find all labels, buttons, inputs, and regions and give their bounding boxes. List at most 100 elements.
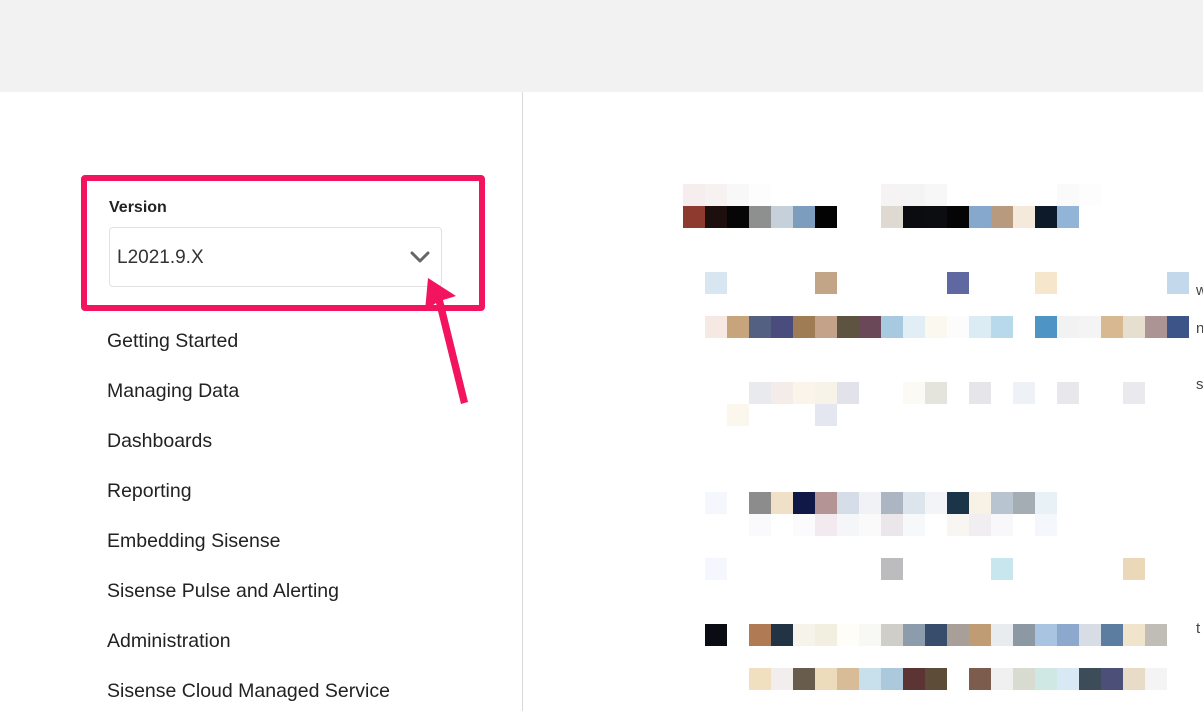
pixelated-block	[881, 558, 903, 580]
edge-glyph: w	[1196, 282, 1203, 299]
pixelated-block	[793, 624, 815, 646]
pixelated-block	[881, 206, 903, 228]
nav-item-administration[interactable]: Administration	[107, 628, 390, 678]
pixelated-block	[903, 624, 925, 646]
pixelated-block	[793, 492, 815, 514]
pixelated-block	[771, 492, 793, 514]
pixelated-block	[1013, 624, 1035, 646]
pixelated-block	[1057, 316, 1079, 338]
pixelated-block	[749, 624, 771, 646]
nav-item-embedding-sisense[interactable]: Embedding Sisense	[107, 528, 390, 578]
pixelated-block	[727, 184, 749, 206]
pixelated-block	[903, 514, 925, 536]
pixelated-block	[991, 206, 1013, 228]
pixelated-block	[1057, 184, 1079, 206]
pixelated-block	[771, 316, 793, 338]
pixelated-block	[881, 624, 903, 646]
pixelated-block	[925, 492, 947, 514]
pixelated-block	[1101, 668, 1123, 690]
pixelated-block	[947, 272, 969, 294]
nav-item-sisense-pulse[interactable]: Sisense Pulse and Alerting	[107, 578, 390, 628]
pixelated-block	[947, 624, 969, 646]
pixelated-block	[1057, 624, 1079, 646]
pixelated-block	[727, 404, 749, 426]
version-select[interactable]: L2021.9.X	[109, 227, 442, 287]
pixelated-block	[903, 668, 925, 690]
pixelated-block	[705, 316, 727, 338]
pixelated-block	[881, 668, 903, 690]
pixelated-block	[815, 316, 837, 338]
pixelated-block	[925, 668, 947, 690]
pixelated-block	[1101, 624, 1123, 646]
pixelated-block	[1123, 558, 1145, 580]
pixelated-block	[925, 184, 947, 206]
pixelated-block	[991, 624, 1013, 646]
pixelated-block	[815, 624, 837, 646]
pixelated-block	[881, 492, 903, 514]
nav-item-getting-started[interactable]: Getting Started	[107, 328, 390, 378]
pixelated-block	[727, 316, 749, 338]
pixelated-block	[683, 184, 705, 206]
pixelated-block	[859, 624, 881, 646]
pixelated-block	[793, 316, 815, 338]
docs-nav: Getting Started Managing Data Dashboards…	[107, 328, 390, 728]
pixelated-block	[749, 316, 771, 338]
pixelated-block	[727, 206, 749, 228]
pixelated-block	[815, 668, 837, 690]
pixelated-block	[837, 624, 859, 646]
nav-item-reporting[interactable]: Reporting	[107, 478, 390, 528]
pixelated-block	[1101, 316, 1123, 338]
pixelated-block	[837, 514, 859, 536]
pixelated-block	[705, 624, 727, 646]
pixelated-block	[1123, 316, 1145, 338]
pixelated-block	[1079, 624, 1101, 646]
pixelated-block	[969, 316, 991, 338]
nav-item-dashboards[interactable]: Dashboards	[107, 428, 390, 478]
pixelated-block	[1079, 316, 1101, 338]
pixelated-block	[903, 184, 925, 206]
pixelated-block	[881, 184, 903, 206]
pixelated-block	[793, 668, 815, 690]
nav-item-managing-data[interactable]: Managing Data	[107, 378, 390, 428]
pixelated-block	[925, 206, 947, 228]
pixelated-block	[771, 206, 793, 228]
pixelated-block	[749, 514, 771, 536]
nav-item-cloud-managed-service[interactable]: Sisense Cloud Managed Service	[107, 678, 390, 728]
version-label: Version	[109, 199, 167, 216]
pixelated-block	[793, 382, 815, 404]
pixelated-block	[1079, 184, 1101, 206]
pixelated-block	[815, 514, 837, 536]
pixelated-block	[749, 492, 771, 514]
pixelated-block	[837, 316, 859, 338]
pixelated-block	[1167, 272, 1189, 294]
pixelated-block	[1145, 624, 1167, 646]
pixelated-block	[705, 492, 727, 514]
pixelated-block	[1145, 668, 1167, 690]
pixelated-block	[815, 382, 837, 404]
chevron-down-icon	[410, 251, 430, 263]
pixelated-block	[881, 316, 903, 338]
pixelated-block	[947, 492, 969, 514]
edge-glyph: t	[1196, 620, 1201, 637]
pixelated-block	[1013, 206, 1035, 228]
pixelated-block	[903, 206, 925, 228]
pixelated-block	[771, 668, 793, 690]
pixelated-block	[815, 272, 837, 294]
main-content-pixelated	[523, 92, 1203, 711]
pixelated-block	[925, 316, 947, 338]
pixelated-block	[1035, 272, 1057, 294]
version-select-value: L2021.9.X	[117, 247, 204, 268]
pixelated-block	[925, 382, 947, 404]
pixelated-block	[1013, 382, 1035, 404]
pixelated-block	[859, 492, 881, 514]
pixelated-block	[705, 184, 727, 206]
pixelated-block	[925, 624, 947, 646]
pixelated-block	[749, 184, 771, 206]
pixelated-block	[771, 382, 793, 404]
pixelated-block	[749, 382, 771, 404]
pixelated-block	[1035, 668, 1057, 690]
pixelated-block	[793, 514, 815, 536]
pixelated-block	[969, 382, 991, 404]
pixelated-block	[1035, 514, 1057, 536]
pixelated-block	[1013, 492, 1035, 514]
